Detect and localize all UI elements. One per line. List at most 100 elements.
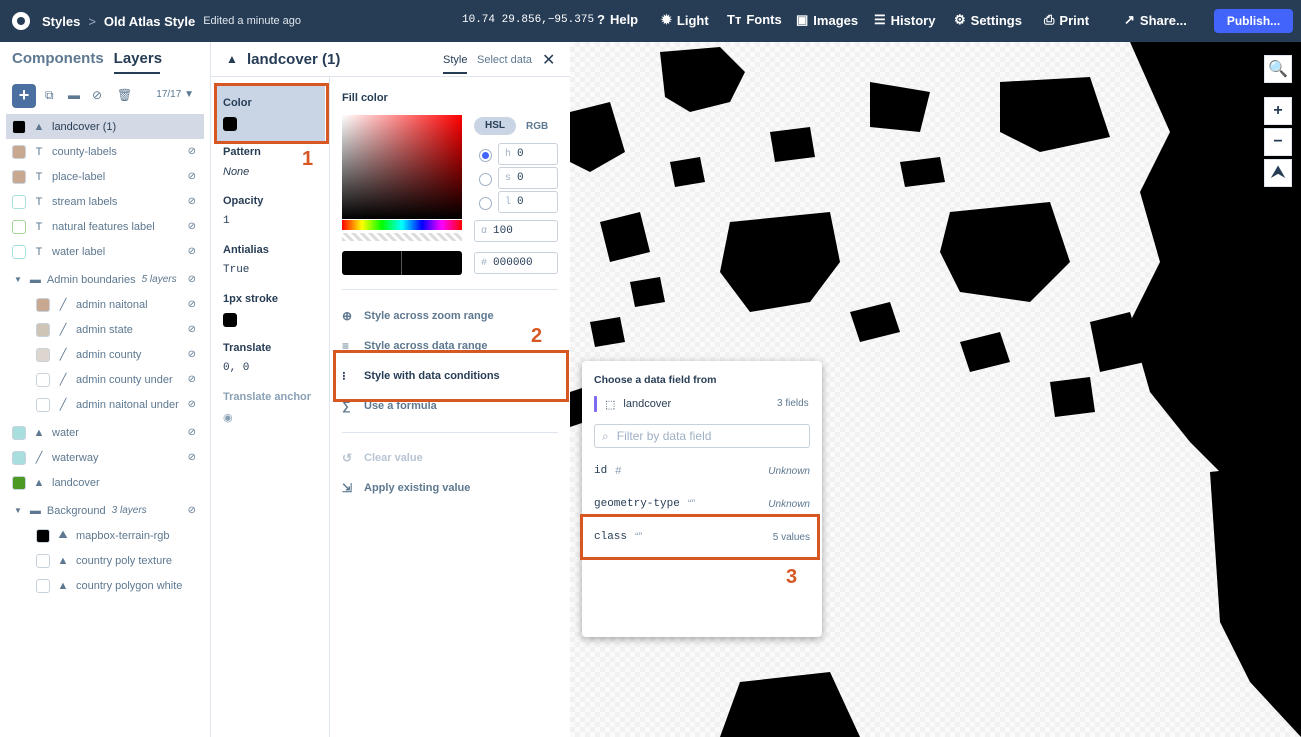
- compass-button[interactable]: ⮝: [1264, 159, 1292, 187]
- layer-swatch[interactable]: [36, 397, 50, 412]
- print-button[interactable]: ⎙ Print: [1044, 12, 1089, 28]
- layer-swatch[interactable]: [36, 578, 50, 593]
- saturation-picker[interactable]: [342, 115, 462, 219]
- layer-row[interactable]: Twater label ⊘: [0, 239, 210, 264]
- light-button[interactable]: ✹ Light: [661, 12, 709, 28]
- hue-slider[interactable]: [342, 220, 462, 230]
- images-button[interactable]: ▣ Images: [796, 12, 858, 28]
- visibility-icon[interactable]: ⊘: [188, 299, 196, 310]
- tab-components[interactable]: Components: [12, 50, 104, 67]
- visibility-icon[interactable]: ⊘: [188, 221, 196, 232]
- share-button[interactable]: ↗ Share...: [1124, 12, 1187, 28]
- rgb-toggle[interactable]: RGB: [526, 121, 548, 132]
- style-zoom-range-button[interactable]: ⊕ Style across zoom range: [342, 309, 494, 323]
- visibility-icon[interactable]: ⊘: [188, 452, 196, 463]
- layer-swatch[interactable]: [36, 297, 50, 312]
- layer-swatch[interactable]: [12, 119, 26, 134]
- style-name[interactable]: Old Atlas Style: [104, 14, 195, 29]
- layer-row[interactable]: ▲ landcover: [0, 470, 210, 495]
- alpha-slider[interactable]: [342, 233, 462, 241]
- layer-swatch[interactable]: [12, 450, 26, 465]
- layer-swatch[interactable]: [12, 425, 26, 440]
- visibility-icon[interactable]: ⊘: [188, 146, 196, 157]
- layer-swatch[interactable]: [12, 169, 26, 184]
- layer-row[interactable]: Tcounty-labels ⊘: [0, 139, 210, 164]
- layer-row[interactable]: Tnatural features label ⊘: [0, 214, 210, 239]
- alpha-input[interactable]: α 100: [474, 220, 558, 242]
- layer-row[interactable]: ▲ landcover (1): [6, 114, 204, 139]
- s-input[interactable]: s0: [498, 167, 558, 189]
- tab-style[interactable]: Style: [443, 54, 468, 74]
- visibility-icon[interactable]: ⊘: [188, 427, 196, 438]
- hex-input[interactable]: #000000: [474, 252, 558, 274]
- map-search-button[interactable]: 🔍: [1264, 55, 1292, 83]
- close-icon[interactable]: ✕: [542, 50, 555, 70]
- visibility-icon[interactable]: ⊘: [188, 246, 196, 257]
- layer-row[interactable]: ▲ water ⊘: [0, 420, 210, 445]
- visibility-icon[interactable]: ⊘: [188, 505, 196, 516]
- layer-swatch[interactable]: [36, 553, 50, 568]
- apply-existing-value-button[interactable]: ⇲ Apply existing value: [342, 481, 470, 495]
- tab-select-data[interactable]: Select data: [477, 54, 532, 66]
- fonts-button[interactable]: Tт Fonts: [727, 12, 782, 27]
- help-button[interactable]: ? Help: [597, 12, 638, 27]
- layer-swatch[interactable]: [12, 475, 26, 490]
- layer-row[interactable]: ▲ country poly texture: [0, 548, 210, 573]
- add-layer-button[interactable]: +: [12, 84, 36, 108]
- prop-stroke[interactable]: 1px stroke: [223, 293, 278, 327]
- layer-group[interactable]: ▼ ▬ Admin boundaries 5 layers ⊘: [0, 267, 210, 292]
- filter-field-input[interactable]: ⌕ Filter by data field: [594, 424, 810, 448]
- layer-row[interactable]: ╱ admin state ⊘: [0, 317, 210, 342]
- publish-button[interactable]: Publish...: [1214, 9, 1293, 33]
- layer-swatch[interactable]: [12, 219, 26, 234]
- layer-row[interactable]: ▲ country polygon white: [0, 573, 210, 598]
- prop-antialias[interactable]: Antialias True: [223, 244, 269, 276]
- clear-value-button[interactable]: ↺ Clear value: [342, 451, 423, 465]
- layer-row[interactable]: ⛰ mapbox-terrain-rgb: [0, 523, 210, 548]
- layer-row[interactable]: ╱ admin county ⊘: [0, 342, 210, 367]
- duplicate-icon[interactable]: ⧉: [45, 88, 59, 102]
- history-button[interactable]: ☰ History: [874, 12, 935, 28]
- tab-layers[interactable]: Layers: [114, 50, 162, 67]
- zoom-in-button[interactable]: +: [1264, 97, 1292, 125]
- layer-row[interactable]: ╱ admin naitonal ⊘: [0, 292, 210, 317]
- layer-count[interactable]: 17/17 ▼: [156, 89, 194, 100]
- prop-translate[interactable]: Translate 0, 0: [223, 342, 271, 374]
- breadcrumb-styles[interactable]: Styles: [42, 14, 80, 29]
- visibility-icon[interactable]: ⊘: [188, 171, 196, 182]
- l-input[interactable]: l0: [498, 191, 558, 213]
- visibility-icon[interactable]: ⊘: [188, 374, 196, 385]
- trash-icon[interactable]: 🗑: [117, 88, 132, 102]
- layer-row[interactable]: ╱ waterway ⊘: [0, 445, 210, 470]
- layer-title[interactable]: landcover (1): [247, 51, 340, 68]
- radio-h[interactable]: [479, 149, 492, 162]
- visibility-icon[interactable]: ⊘: [188, 399, 196, 410]
- layer-row[interactable]: Tplace-label ⊘: [0, 164, 210, 189]
- radio-s[interactable]: [479, 173, 492, 186]
- data-field-row[interactable]: id # Unknown: [594, 457, 810, 485]
- layer-swatch[interactable]: [36, 347, 50, 362]
- layer-swatch[interactable]: [36, 322, 50, 337]
- visibility-icon[interactable]: ⊘: [188, 196, 196, 207]
- visibility-icon[interactable]: ⊘: [188, 274, 196, 285]
- layer-group[interactable]: ▼ ▬ Background 3 layers ⊘: [0, 498, 210, 523]
- layer-row[interactable]: ╱ admin naitonal under ⊘: [0, 392, 210, 417]
- layer-row[interactable]: Tstream labels ⊘: [0, 189, 210, 214]
- prop-pattern[interactable]: Pattern None: [223, 146, 261, 178]
- chevron-down-icon[interactable]: ▼: [14, 506, 22, 515]
- chevron-down-icon[interactable]: ▼: [14, 275, 22, 284]
- settings-button[interactable]: ⚙ Settings: [954, 12, 1022, 28]
- prop-translate-anchor[interactable]: Translate anchor ◉: [223, 391, 311, 424]
- mapbox-logo-icon[interactable]: [12, 12, 30, 30]
- layer-swatch[interactable]: [36, 528, 50, 543]
- prop-opacity[interactable]: Opacity 1: [223, 195, 263, 227]
- radio-l[interactable]: [479, 197, 492, 210]
- layer-swatch[interactable]: [36, 372, 50, 387]
- layer-row[interactable]: ╱ admin county under ⊘: [0, 367, 210, 392]
- h-input[interactable]: h0: [498, 143, 558, 165]
- zoom-out-button[interactable]: −: [1264, 128, 1292, 156]
- layer-swatch[interactable]: [12, 194, 26, 209]
- hsl-toggle[interactable]: HSL: [474, 117, 516, 135]
- visibility-icon[interactable]: ⊘: [188, 349, 196, 360]
- hide-icon[interactable]: ⊘: [92, 88, 106, 102]
